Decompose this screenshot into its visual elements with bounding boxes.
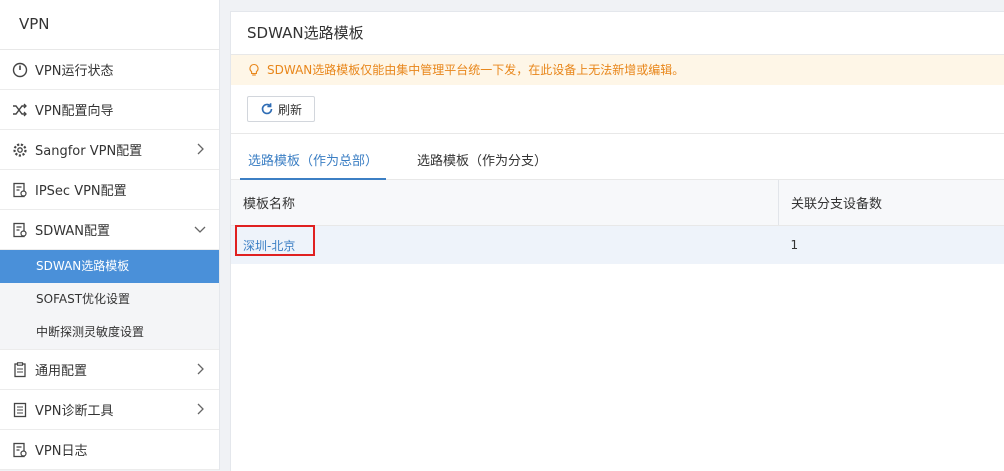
sidebar-item-sangfor-vpn[interactable]: Sangfor VPN配置: [0, 130, 219, 170]
sidebar-item-ipsec-vpn[interactable]: IPSec VPN配置: [0, 170, 219, 210]
sidebar-item-label: SDWAN配置: [35, 220, 110, 239]
template-table: 模板名称 关联分支设备数 深圳-北京 1: [231, 180, 1004, 264]
sidebar-item-label: VPN配置向导: [35, 100, 113, 119]
chevron-right-icon: [193, 402, 207, 416]
table-cell-branch-count: 1: [779, 226, 1004, 265]
table-row[interactable]: 深圳-北京 1: [231, 226, 1004, 265]
notice-banner: SDWAN选路模板仅能由集中管理平台统一下发，在此设备上无法新增或编辑。: [231, 55, 1004, 85]
sidebar-item-vpn-wizard[interactable]: VPN配置向导: [0, 90, 219, 130]
sidebar-item-label: 通用配置: [35, 360, 87, 379]
list-icon: [12, 402, 28, 418]
sidebar-item-label: VPN日志: [35, 440, 87, 459]
toolbar: 刷新: [231, 85, 1004, 134]
sidebar-subitem-sdwan-template[interactable]: SDWAN选路模板: [0, 250, 219, 283]
shuffle-icon: [12, 102, 28, 118]
sidebar: VPN VPN运行状态 VPN配置向导 Sangfor VPN配置 IPSec …: [0, 0, 220, 470]
chevron-down-icon: [193, 222, 207, 236]
notice-text: SDWAN选路模板仅能由集中管理平台统一下发，在此设备上无法新增或编辑。: [267, 55, 684, 85]
sidebar-item-vpn-status[interactable]: VPN运行状态: [0, 50, 219, 90]
document-icon: [12, 182, 28, 198]
template-table-wrap: 模板名称 关联分支设备数 深圳-北京 1: [231, 180, 1004, 264]
gear-icon: [12, 142, 28, 158]
sidebar-title: VPN: [0, 0, 219, 50]
tab-template-branch[interactable]: 选路模板（作为分支）: [417, 146, 547, 178]
tab-bar: 选路模板（作为总部） 选路模板（作为分支）: [231, 134, 1004, 180]
refresh-button[interactable]: 刷新: [247, 96, 315, 122]
sdwan-submenu: SDWAN选路模板 SOFAST优化设置 中断探测灵敏度设置: [0, 250, 219, 349]
refresh-icon: [260, 102, 274, 116]
highlight-annotation: [235, 225, 315, 256]
sidebar-item-label: Sangfor VPN配置: [35, 140, 142, 159]
log-icon: [12, 442, 28, 458]
table-header-row: 模板名称 关联分支设备数: [231, 180, 1004, 226]
column-header-branch-count[interactable]: 关联分支设备数: [779, 180, 1004, 226]
chevron-right-icon: [193, 362, 207, 376]
sidebar-item-vpn-diagnostics[interactable]: VPN诊断工具: [0, 390, 219, 430]
main-panel: SDWAN选路模板 SDWAN选路模板仅能由集中管理平台统一下发，在此设备上无法…: [230, 11, 1004, 471]
page-title: SDWAN选路模板: [231, 12, 1004, 55]
sidebar-item-label: VPN运行状态: [35, 60, 113, 79]
sidebar-subitem-interrupt-detect[interactable]: 中断探测灵敏度设置: [0, 316, 219, 349]
document-gear-icon: [12, 222, 28, 238]
tab-template-hq[interactable]: 选路模板（作为总部）: [240, 146, 386, 180]
refresh-label: 刷新: [278, 101, 302, 118]
lightbulb-icon: [247, 63, 261, 77]
dashboard-icon: [12, 62, 28, 78]
sidebar-item-sdwan[interactable]: SDWAN配置: [0, 210, 219, 250]
sidebar-item-vpn-log[interactable]: VPN日志: [0, 430, 219, 470]
chevron-right-icon: [193, 142, 207, 156]
sidebar-item-general-config[interactable]: 通用配置: [0, 349, 219, 390]
sidebar-subitem-sofast[interactable]: SOFAST优化设置: [0, 283, 219, 316]
column-header-template-name[interactable]: 模板名称: [231, 180, 779, 226]
sidebar-item-label: IPSec VPN配置: [35, 180, 127, 199]
sidebar-item-label: VPN诊断工具: [35, 400, 113, 419]
clipboard-icon: [12, 362, 28, 378]
